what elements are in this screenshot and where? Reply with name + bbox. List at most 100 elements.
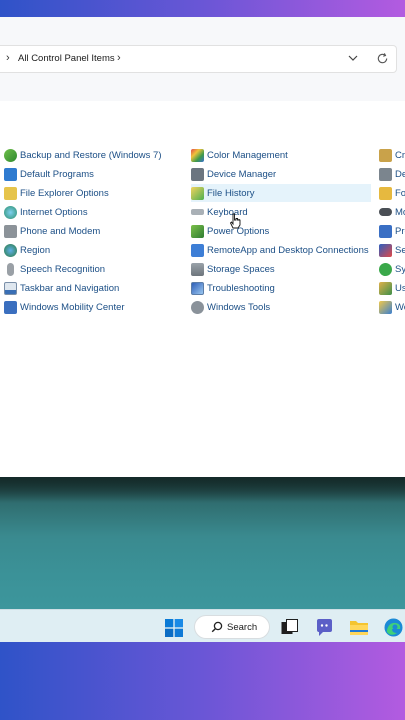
item-label: De [395,168,405,180]
item-sync-center[interactable]: Syn [379,260,405,278]
color-management-icon [191,148,204,162]
item-mouse[interactable]: Mo [379,203,405,221]
control-panel-window: › All Control Panel Items › Backup and R… [0,17,405,477]
windows-tools-icon [191,300,204,314]
remoteapp-icon [191,243,204,257]
power-options-icon [191,224,204,238]
item-label: Region [20,244,51,256]
fonts-icon [379,186,392,200]
item-label: Pro [395,225,405,237]
item-user-accounts[interactable]: Us [379,279,405,297]
programs-icon [379,224,392,238]
mouse-icon [379,208,392,216]
item-label: File History [207,187,255,199]
storage-spaces-icon [191,262,204,276]
file-history-icon [191,186,204,200]
wallpaper-shadow [0,477,405,503]
item-region[interactable]: Region [4,241,50,259]
item-label: Internet Options [20,206,88,218]
item-file-explorer-options[interactable]: File Explorer Options [4,184,109,202]
item-troubleshooting[interactable]: Troubleshooting [191,279,275,297]
item-fonts[interactable]: Fo [379,184,405,202]
item-speech-recognition[interactable]: Speech Recognition [4,260,105,278]
item-label: Se [395,244,405,256]
item-label: Windows Tools [207,301,271,313]
item-devices-and-printers[interactable]: De [379,165,405,183]
chevron-right-icon[interactable]: › [117,52,121,64]
troubleshooting-icon [191,281,204,295]
chevron-right-icon[interactable]: › [6,52,10,64]
item-label: Color Management [207,149,288,161]
user-accounts-icon [379,281,392,295]
phone-modem-icon [4,224,17,238]
item-label: Troubleshooting [207,282,275,294]
backup-icon [4,148,17,162]
item-label: Syn [395,263,405,275]
refresh-icon[interactable] [376,52,389,65]
top-frame-band [0,0,405,17]
microphone-icon [7,262,14,276]
region-icon [4,243,17,257]
taskbar-icon [4,281,17,295]
sync-icon [379,262,392,276]
item-label: Us [395,282,405,294]
item-label: Fo [395,187,405,199]
edge-browser-icon[interactable] [384,618,403,637]
credential-icon [379,148,392,162]
item-label: Mo [395,206,405,218]
item-label: Cre [395,149,405,161]
item-phone-and-modem[interactable]: Phone and Modem [4,222,100,240]
item-label: RemoteApp and Desktop Connections [207,244,369,256]
item-taskbar-and-navigation[interactable]: Taskbar and Navigation [4,279,119,297]
item-label: Windows Mobility Center [20,301,125,313]
work-folders-icon [379,300,392,314]
item-backup-and-restore[interactable]: Backup and Restore (Windows 7) [4,146,162,164]
item-label: File Explorer Options [20,187,109,199]
search-label: Search [227,621,258,633]
breadcrumb-all-control-panel-items[interactable]: All Control Panel Items [18,53,115,64]
desktop-wallpaper [0,477,405,609]
item-file-history[interactable]: File History [191,184,371,202]
default-programs-icon [4,167,17,181]
file-explorer-icon[interactable] [349,619,369,636]
internet-options-icon [4,205,17,219]
item-label: Device Manager [207,168,277,180]
item-storage-spaces[interactable]: Storage Spaces [191,260,275,278]
folder-options-icon [4,186,17,200]
windows-start-icon[interactable] [165,619,183,637]
address-bar[interactable]: › All Control Panel Items › [0,45,397,73]
keyboard-icon [191,209,204,215]
item-credential-manager[interactable]: Cre [379,146,405,164]
search-icon [211,621,223,633]
item-label: Keyboard [207,206,248,218]
task-view-icon[interactable] [281,619,298,636]
item-label: Wo [395,301,405,313]
item-label: Speech Recognition [20,263,106,275]
item-label: Taskbar and Navigation [20,282,120,294]
item-work-folders[interactable]: Wo [379,298,405,316]
mobility-center-icon [4,300,17,314]
item-remoteapp-and-desktop-connections[interactable]: RemoteApp and Desktop Connections [191,241,369,259]
item-device-manager[interactable]: Device Manager [191,165,276,183]
item-windows-mobility-center[interactable]: Windows Mobility Center [4,298,125,316]
device-manager-icon [191,167,204,181]
item-label: Default Programs [20,168,94,180]
taskbar: Search [0,609,405,642]
item-label: Phone and Modem [20,225,101,237]
devices-icon [379,167,392,181]
chat-icon[interactable] [315,618,334,637]
item-internet-options[interactable]: Internet Options [4,203,88,221]
item-color-management[interactable]: Color Management [191,146,288,164]
address-strip: › All Control Panel Items › [0,17,405,101]
bottom-frame-band [0,642,405,720]
item-programs-and-features[interactable]: Pro [379,222,405,240]
security-icon [379,243,392,257]
item-windows-tools[interactable]: Windows Tools [191,298,270,316]
item-security-and-maintenance[interactable]: Se [379,241,405,259]
taskbar-search-box[interactable]: Search [194,615,270,639]
item-label: Storage Spaces [207,263,275,275]
hand-cursor-icon [229,213,241,229]
chevron-down-icon[interactable] [347,52,359,64]
item-label: Backup and Restore (Windows 7) [20,149,162,161]
item-default-programs[interactable]: Default Programs [4,165,94,183]
